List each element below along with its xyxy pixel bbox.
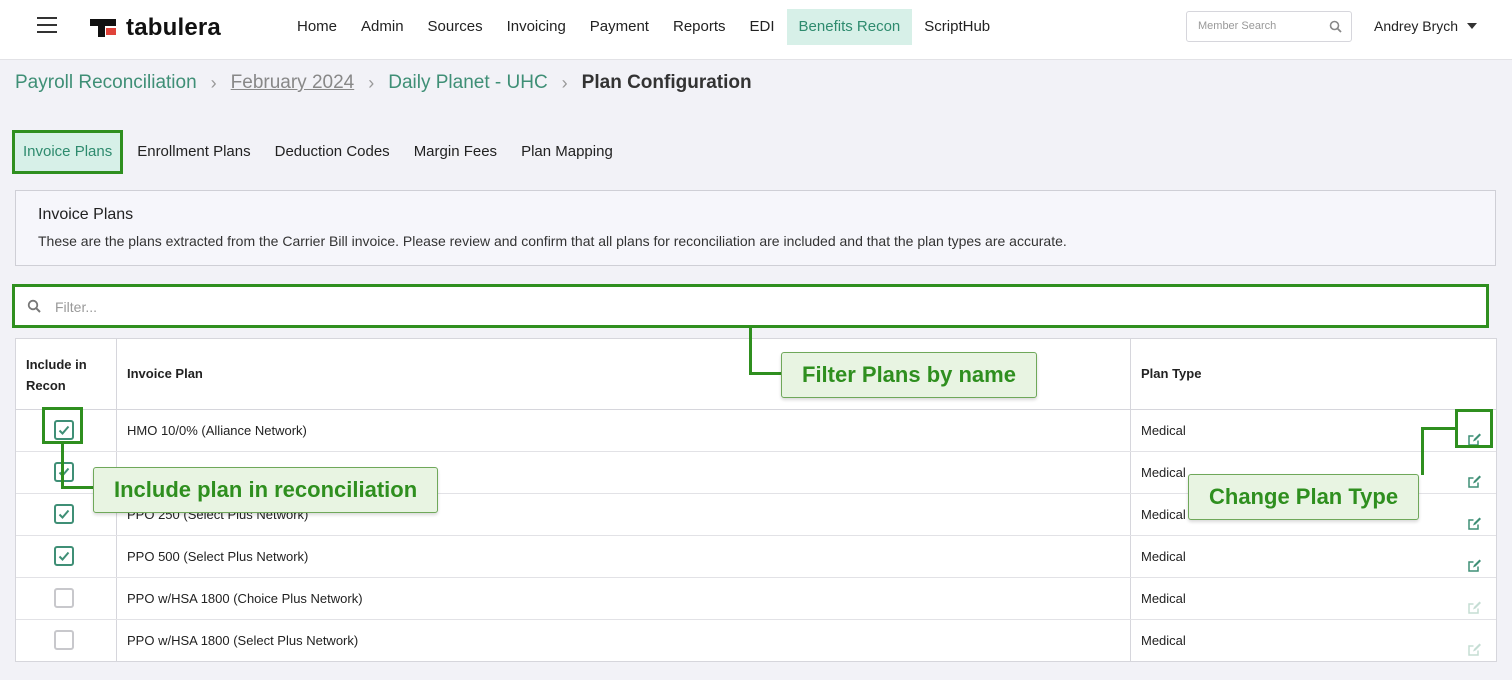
filter-box [12,284,1489,328]
user-menu[interactable]: Andrey Brych [1374,18,1478,34]
table-row: HMO 10/0% (Alliance Network) Medical [16,410,1496,452]
nav-item-scripthub[interactable]: ScriptHub [912,9,1002,45]
main-nav: Home Admin Sources Invoicing Payment Rep… [285,9,1002,45]
logo[interactable]: tabulera [90,14,221,42]
search-icon [27,299,41,318]
tab-margin-fees[interactable]: Margin Fees [402,132,509,172]
nav-item-benefits-recon[interactable]: Benefits Recon [786,9,913,45]
nav-item-edi[interactable]: EDI [738,9,787,45]
filter-connector-line [749,327,752,375]
include-connector-line [61,486,93,489]
search-icon[interactable] [1329,20,1342,36]
breadcrumb-february-2024[interactable]: February 2024 [231,72,355,94]
plan-name: PPO w/HSA 1800 (Select Plus Network) [117,620,1131,661]
chevron-right-icon: › [368,72,375,93]
include-callout: Include plan in reconciliation [93,467,439,513]
top-bar: tabulera Home Admin Sources Invoicing Pa… [0,0,1512,60]
nav-item-admin[interactable]: Admin [349,9,416,45]
header-include-line2: Recon [26,378,66,393]
table-row: PPO 500 (Select Plus Network) Medical [16,536,1496,578]
table-row: PPO w/HSA 1800 (Choice Plus Network) Med… [16,578,1496,620]
user-name: Andrey Brych [1374,18,1459,34]
breadcrumb-payroll-reconciliation[interactable]: Payroll Reconciliation [15,72,197,94]
include-checkbox[interactable] [54,504,74,524]
logo-text: tabulera [126,14,221,41]
filter-callout: Filter Plans by name [781,352,1037,398]
plan-type: Medical [1141,633,1186,648]
breadcrumb: Payroll Reconciliation › February 2024 ›… [15,72,752,94]
type-connector-line [1421,427,1455,430]
filter-input[interactable] [53,295,657,319]
include-connector-line [61,444,64,489]
include-checkbox-highlight [42,407,83,444]
include-checkbox[interactable] [54,630,74,650]
type-connector-line [1421,427,1424,475]
info-panel: Invoice Plans These are the plans extrac… [15,190,1496,266]
plan-name: PPO 500 (Select Plus Network) [117,536,1131,577]
plan-name: PPO w/HSA 1800 (Choice Plus Network) [117,578,1131,619]
plan-type: Medical [1141,423,1186,438]
tabs: Invoice Plans Enrollment Plans Deduction… [12,130,625,174]
header-include-line1: Include in [26,357,87,372]
include-checkbox[interactable] [54,462,74,482]
header-include-in-recon[interactable]: Include in Recon [16,339,117,409]
plan-name: HMO 10/0% (Alliance Network) [117,410,1131,451]
nav-item-payment[interactable]: Payment [578,9,661,45]
hamburger-menu-icon[interactable] [37,17,57,33]
page-title: Plan Configuration [581,72,752,93]
breadcrumb-daily-planet-uhc[interactable]: Daily Planet - UHC [388,72,547,94]
edit-icon-highlight [1455,409,1493,448]
caret-down-icon [1467,23,1478,29]
tab-invoice-plans[interactable]: Invoice Plans [12,130,124,174]
nav-item-reports[interactable]: Reports [661,9,738,45]
member-search-placeholder: Member Search [1198,20,1277,32]
nav-item-sources[interactable]: Sources [416,9,495,45]
check-icon [58,509,70,519]
type-callout: Change Plan Type [1188,474,1420,520]
include-checkbox[interactable] [54,588,74,608]
edit-icon[interactable] [1467,632,1482,673]
member-search-input[interactable]: Member Search [1186,11,1352,42]
tab-deduction-codes[interactable]: Deduction Codes [263,132,402,172]
chevron-right-icon: › [210,72,217,93]
plan-type: Medical [1141,507,1186,522]
nav-item-invoicing[interactable]: Invoicing [495,9,578,45]
filter-connector-line [749,372,781,375]
chevron-right-icon: › [561,72,568,93]
plan-type: Medical [1141,549,1186,564]
header-plan-type[interactable]: Plan Type [1131,339,1496,409]
logo-mark-icon [90,17,118,39]
info-description: These are the plans extracted from the C… [38,233,1067,249]
plan-type: Medical [1141,465,1186,480]
tab-plan-mapping[interactable]: Plan Mapping [509,132,625,172]
tab-enrollment-plans[interactable]: Enrollment Plans [125,132,262,172]
info-title: Invoice Plans [38,206,134,223]
check-icon [58,467,70,477]
include-checkbox[interactable] [54,546,74,566]
check-icon [58,551,70,561]
table-row: PPO w/HSA 1800 (Select Plus Network) Med… [16,620,1496,661]
plan-type: Medical [1141,591,1186,606]
nav-item-home[interactable]: Home [285,9,349,45]
